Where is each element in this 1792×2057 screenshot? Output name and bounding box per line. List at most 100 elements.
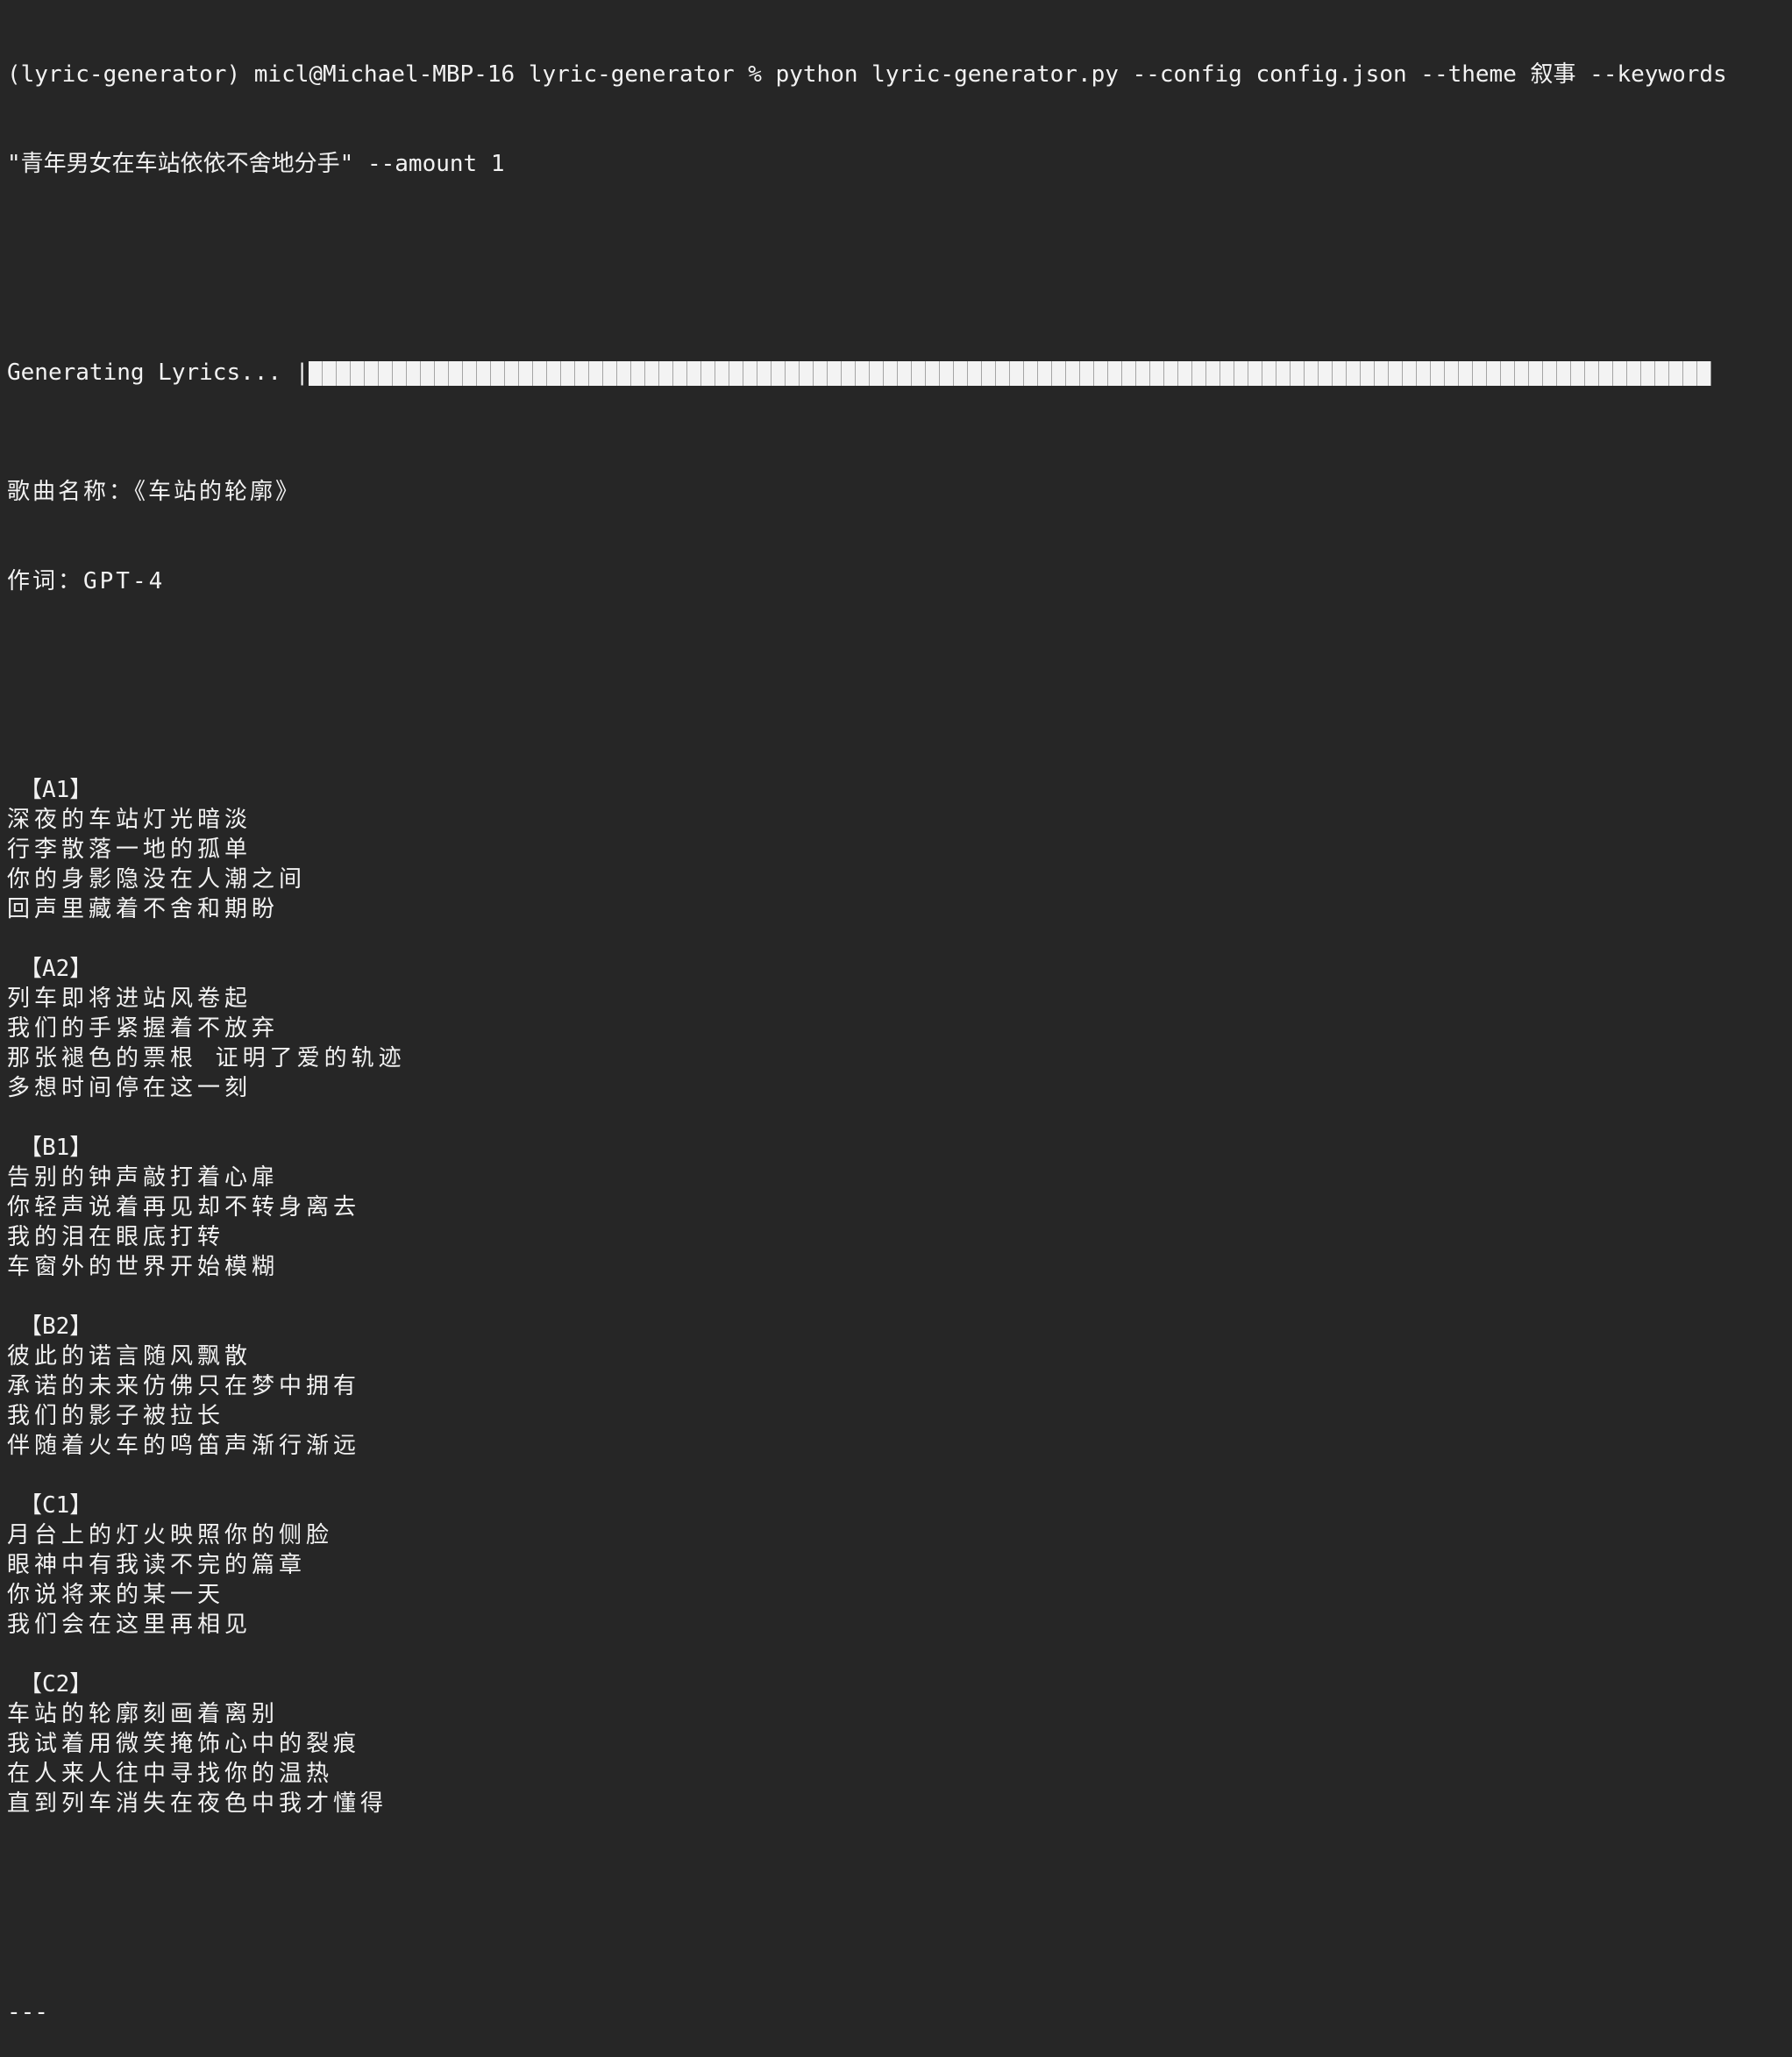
progress-cell	[1697, 360, 1711, 386]
progress-cell	[1389, 360, 1404, 386]
progress-cell	[1094, 360, 1109, 386]
progress-cell	[1319, 360, 1333, 386]
lyric-line: 列车即将进站风卷起	[7, 986, 252, 1012]
lyric-line: 我试着用微笑掩饰心中的裂痕	[7, 1731, 361, 1757]
lyric-line: 你的身影隐没在人潮之间	[7, 866, 307, 893]
command-line-1: (lyric-generator) micl@Michael-MBP-16 ly…	[7, 61, 1727, 88]
progress-cell	[407, 360, 422, 386]
progress-cell	[645, 360, 660, 386]
progress-cell	[1136, 360, 1151, 386]
progress-cell	[1066, 360, 1081, 386]
progress-cell	[982, 360, 997, 386]
lyric-line: 直到列车消失在夜色中我才懂得	[7, 1790, 388, 1817]
progress-cell	[673, 360, 688, 386]
progress-cell	[1038, 360, 1053, 386]
progress-cell	[393, 360, 408, 386]
lyric-line: 承诺的未来仿佛只在梦中拥有	[7, 1373, 361, 1399]
song-title-line: 歌曲名称：《车站的轮廓》	[7, 479, 302, 505]
lyric-line: 我们的影子被拉长	[7, 1403, 225, 1429]
progress-cell	[1613, 360, 1628, 386]
section-label: 【B1】	[19, 1135, 93, 1161]
progress-cell	[1655, 360, 1670, 386]
progress-cell	[729, 360, 744, 386]
progress-cell	[1080, 360, 1095, 386]
progress-cell	[1501, 360, 1516, 386]
lyric-line: 我的泪在眼底打转	[7, 1224, 225, 1250]
progress-cell	[435, 360, 450, 386]
lyric-line: 我们会在这里再相见	[7, 1612, 252, 1638]
progress-cell	[870, 360, 885, 386]
progress-cell	[631, 360, 646, 386]
progress-cell	[1150, 360, 1165, 386]
progress-cell	[519, 360, 534, 386]
progress-cell	[828, 360, 843, 386]
progress-cell	[1052, 360, 1067, 386]
progress-cell	[1248, 360, 1263, 386]
lyric-line: 车站的轮廓刻画着离别	[7, 1701, 280, 1727]
progress-cell	[1431, 360, 1446, 386]
progress-cell	[1487, 360, 1502, 386]
progress-cell	[561, 360, 576, 386]
progress-cell	[1178, 360, 1193, 386]
progress-cell	[1108, 360, 1123, 386]
progress-label: Generating Lyrics... |	[7, 359, 309, 386]
progress-cell	[575, 360, 590, 386]
progress-cell	[365, 360, 380, 386]
progress-cell	[1305, 360, 1319, 386]
progress-cell	[1164, 360, 1179, 386]
lyric-line: 车窗外的世界开始模糊	[7, 1254, 280, 1280]
section-label: 【C2】	[19, 1671, 93, 1698]
progress-cell	[1571, 360, 1586, 386]
progress-cell	[1641, 360, 1656, 386]
progress-cell	[309, 360, 324, 386]
progress-cell	[687, 360, 702, 386]
footer-separator: ---	[7, 1999, 48, 2025]
terminal-window[interactable]: (lyric-generator) micl@Michael-MBP-16 ly…	[7, 0, 1792, 2025]
progress-cell	[1361, 360, 1376, 386]
progress-cell	[505, 360, 520, 386]
progress-cell	[1276, 360, 1291, 386]
progress-cell	[1220, 360, 1235, 386]
progress-cell	[926, 360, 941, 386]
progress-cell	[814, 360, 828, 386]
progress-cell	[1473, 360, 1488, 386]
progress-cell	[884, 360, 899, 386]
progress-cell	[1417, 360, 1432, 386]
progress-cell	[772, 360, 786, 386]
lyric-line: 伴随着火车的鸣笛声渐行渐远	[7, 1433, 361, 1459]
progress-cell	[800, 360, 814, 386]
progress-cell	[1543, 360, 1558, 386]
progress-cell	[477, 360, 492, 386]
progress-cell	[1234, 360, 1249, 386]
progress-cell	[954, 360, 969, 386]
section-label: 【A1】	[19, 777, 93, 803]
lyric-line: 告别的钟声敲打着心扉	[7, 1164, 280, 1191]
progress-cell	[547, 360, 562, 386]
progress-cell	[1585, 360, 1600, 386]
progress-cell	[449, 360, 464, 386]
progress-cell	[1459, 360, 1474, 386]
section-label: 【C1】	[19, 1492, 93, 1519]
lyric-line: 行李散落一地的孤单	[7, 836, 252, 863]
progress-cell	[1669, 360, 1684, 386]
progress-cell	[912, 360, 927, 386]
progress-cell	[898, 360, 913, 386]
command-line-2: "青年男女在车站依依不舍地分手" --amount 1	[7, 151, 505, 177]
progress-cell	[491, 360, 506, 386]
lyric-line: 你轻声说着再见却不转身离去	[7, 1194, 361, 1221]
progress-cell	[603, 360, 618, 386]
progress-cell	[842, 360, 857, 386]
progress-cell	[1347, 360, 1362, 386]
section-label: 【A2】	[19, 956, 93, 982]
progress-cell	[421, 360, 436, 386]
progress-cell	[968, 360, 983, 386]
progress-cell	[856, 360, 871, 386]
lyric-line: 月台上的灯火映照你的侧脸	[7, 1522, 334, 1548]
progress-cell	[379, 360, 394, 386]
progress-cell	[1024, 360, 1039, 386]
